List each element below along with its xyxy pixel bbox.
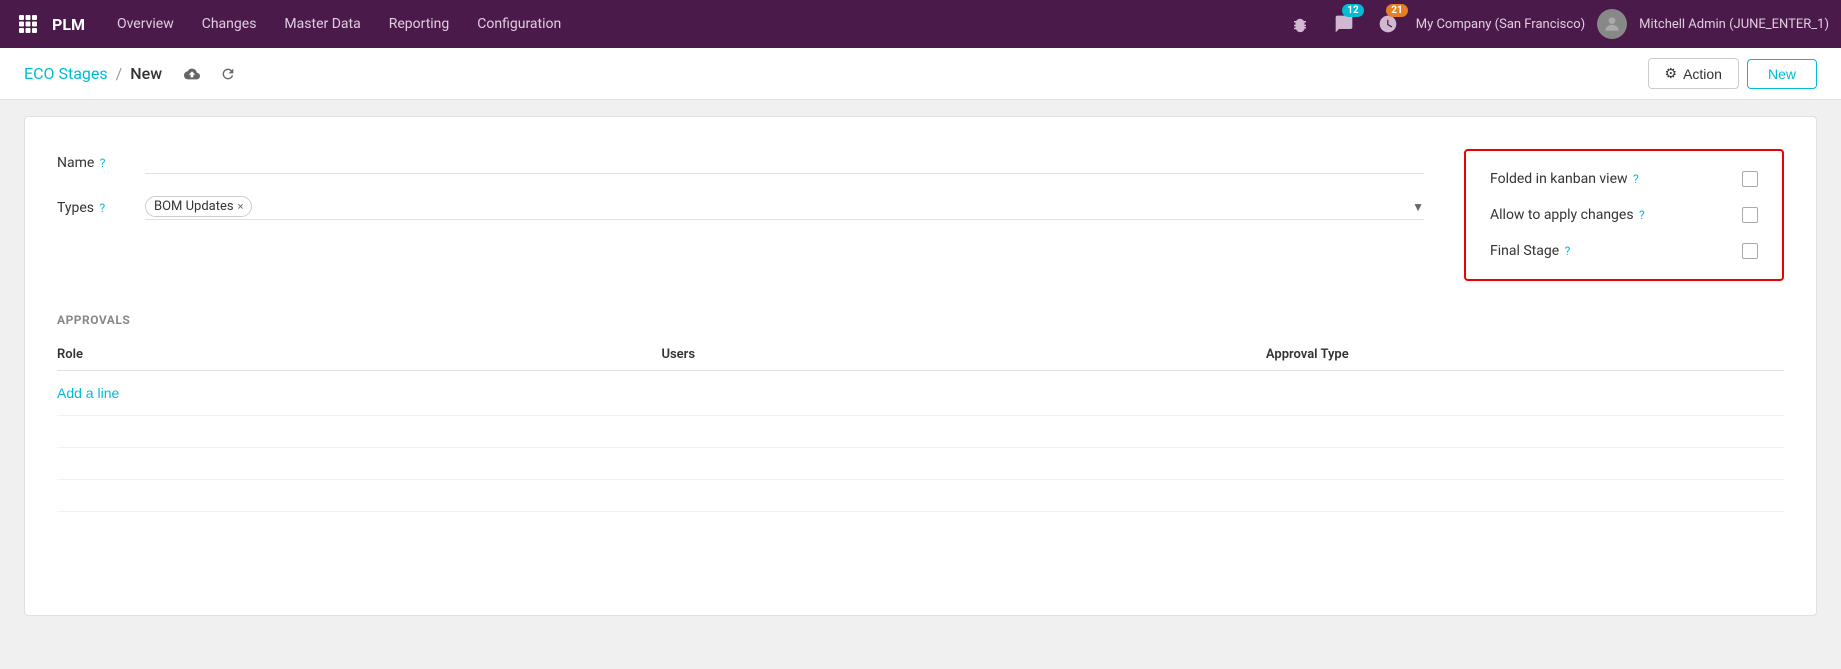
folded-kanban-row: Folded in kanban view ? (1490, 171, 1758, 187)
types-dropdown-arrow[interactable]: ▼ (1412, 200, 1424, 214)
nav-changes[interactable]: Changes (190, 12, 269, 36)
types-label: Types ? (57, 194, 137, 216)
user-name[interactable]: Mitchell Admin (JUNE_ENTER_1) (1639, 17, 1829, 32)
final-help-icon[interactable]: ? (1565, 244, 1571, 258)
form-card: Name ? Types ? BOM Updates × (24, 116, 1817, 616)
chat-icon-btn[interactable]: 12 (1328, 8, 1360, 40)
breadcrumb-parent[interactable]: ECO Stages (24, 64, 108, 83)
main-content: Name ? Types ? BOM Updates × (0, 100, 1841, 632)
breadcrumb-left: ECO Stages / New (24, 60, 242, 88)
allow-apply-checkbox[interactable] (1742, 207, 1758, 223)
folded-kanban-label: Folded in kanban view ? (1490, 171, 1734, 187)
breadcrumb-current: New (130, 64, 162, 83)
empty-row-1 (57, 416, 1784, 448)
user-avatar[interactable] (1597, 9, 1627, 39)
breadcrumb-right: ⚙ Action New (1648, 58, 1818, 89)
folded-kanban-checkbox[interactable] (1742, 171, 1758, 187)
empty-row-2 (57, 448, 1784, 480)
bug-icon-btn[interactable] (1284, 8, 1316, 40)
allow-help-icon[interactable]: ? (1639, 208, 1645, 222)
types-field-group: Types ? BOM Updates × ▼ (57, 194, 1424, 220)
refresh-icon[interactable] (214, 60, 242, 88)
breadcrumb-icons (178, 60, 242, 88)
clock-icon-btn[interactable]: 21 (1372, 8, 1404, 40)
breadcrumb-separator: / (116, 64, 123, 83)
nav-overview[interactable]: Overview (105, 12, 186, 36)
form-right: Folded in kanban view ? Allow to apply c… (1464, 149, 1784, 281)
types-help-icon[interactable]: ? (99, 201, 105, 215)
folded-help-icon[interactable]: ? (1633, 172, 1639, 186)
allow-apply-row: Allow to apply changes ? (1490, 207, 1758, 223)
allow-apply-label: Allow to apply changes ? (1490, 207, 1734, 223)
form-left: Name ? Types ? BOM Updates × (57, 149, 1424, 281)
options-panel: Folded in kanban view ? Allow to apply c… (1464, 149, 1784, 281)
form-body: Name ? Types ? BOM Updates × (57, 149, 1784, 281)
col-role: Role (57, 339, 661, 371)
upload-to-cloud-icon[interactable] (178, 60, 206, 88)
apps-grid-icon[interactable] (12, 8, 44, 40)
col-approval-type: Approval Type (1266, 339, 1784, 371)
breadcrumb-bar: ECO Stages / New ⚙ Action New (0, 48, 1841, 100)
nav-menu: Overview Changes Master Data Reporting C… (105, 12, 1284, 36)
top-navigation: PLM Overview Changes Master Data Reporti… (0, 0, 1841, 48)
empty-row-3 (57, 480, 1784, 512)
activities-badge: 21 (1386, 4, 1407, 17)
approvals-section: APPROVALS Role Users Approval Type Add a… (57, 313, 1784, 512)
new-button[interactable]: New (1747, 59, 1817, 89)
name-field-group: Name ? (57, 149, 1424, 174)
type-tag-bom-updates: BOM Updates × (145, 196, 252, 217)
approvals-table: Role Users Approval Type Add a line (57, 339, 1784, 512)
col-users: Users (661, 339, 1265, 371)
final-stage-row: Final Stage ? (1490, 243, 1758, 259)
gear-icon: ⚙ (1665, 65, 1678, 82)
topnav-right: 12 21 My Company (San Francisco) Mitchel… (1284, 8, 1829, 40)
final-stage-checkbox[interactable] (1742, 243, 1758, 259)
company-name: My Company (San Francisco) (1416, 17, 1585, 32)
brand-name: PLM (52, 15, 85, 34)
nav-configuration[interactable]: Configuration (465, 12, 573, 36)
name-help-icon[interactable]: ? (100, 156, 106, 170)
action-button[interactable]: ⚙ Action (1648, 58, 1739, 89)
types-field[interactable]: BOM Updates × ▼ (145, 194, 1424, 220)
name-input[interactable] (145, 149, 1424, 174)
nav-reporting[interactable]: Reporting (377, 12, 462, 36)
add-line-row: Add a line (57, 371, 1784, 416)
approvals-title: APPROVALS (57, 313, 1784, 327)
name-label: Name ? (57, 149, 137, 171)
type-tag-remove-btn[interactable]: × (238, 201, 244, 212)
final-stage-label: Final Stage ? (1490, 243, 1734, 259)
chat-badge: 12 (1342, 4, 1363, 17)
add-line-button[interactable]: Add a line (57, 379, 119, 407)
nav-master-data[interactable]: Master Data (272, 12, 372, 36)
